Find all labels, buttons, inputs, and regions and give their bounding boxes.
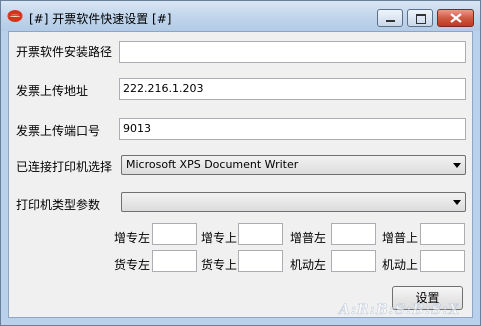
lips-icon <box>7 10 23 22</box>
svg-text:A:R:B:S:B:S:X: A:R:B:S:B:S:X <box>337 302 459 318</box>
install-path-label: 开票软件安装路径 <box>16 45 113 59</box>
upload-port-label: 发票上传端口号 <box>16 124 101 138</box>
settings-window: [#] 开票软件快速设置 [#] 开票软件安装路径 发票上传地址 222.216… <box>0 0 481 326</box>
close-icon <box>450 13 462 23</box>
printer-select-value: Microsoft XPS Document Writer <box>126 158 299 171</box>
close-button[interactable] <box>437 9 474 27</box>
offset-input[interactable] <box>238 223 283 245</box>
chevron-down-icon <box>453 200 461 205</box>
title-bar[interactable]: [#] 开票软件快速设置 [#] <box>1 1 480 31</box>
minimize-button[interactable] <box>377 9 403 27</box>
chevron-down-icon <box>453 163 461 168</box>
maximize-button[interactable] <box>407 9 433 27</box>
offset-input[interactable] <box>238 250 283 272</box>
printer-select[interactable]: Microsoft XPS Document Writer <box>121 155 466 175</box>
offset-label: 增专左 <box>114 231 151 245</box>
offset-label: 机动左 <box>290 258 327 272</box>
offset-input[interactable] <box>420 250 465 272</box>
offset-input[interactable] <box>152 223 197 245</box>
printer-type-label: 打印机类型参数 <box>16 198 101 212</box>
printer-type-select[interactable] <box>121 192 466 212</box>
offset-label: 增普左 <box>290 231 327 245</box>
watermark-logo: A:R:B:S:B:S:X <box>337 302 459 319</box>
upload-address-label: 发票上传地址 <box>16 84 89 98</box>
offset-label: 增普上 <box>382 231 419 245</box>
offset-label: 货专左 <box>114 258 151 272</box>
offset-input[interactable] <box>331 250 376 272</box>
minimize-icon <box>386 20 395 22</box>
offset-input[interactable] <box>420 223 465 245</box>
upload-port-input[interactable]: 9013 <box>119 118 466 140</box>
offset-input[interactable] <box>152 250 197 272</box>
window-title: [#] 开票软件快速设置 [#] <box>29 12 172 26</box>
offset-label: 增专上 <box>201 231 238 245</box>
offset-input[interactable] <box>331 223 376 245</box>
offset-label: 机动上 <box>382 258 419 272</box>
offset-label: 货专上 <box>201 258 238 272</box>
upload-address-input[interactable]: 222.216.1.203 <box>119 78 466 100</box>
install-path-input[interactable] <box>119 41 466 63</box>
form-panel: 开票软件安装路径 发票上传地址 222.216.1.203 发票上传端口号 90… <box>8 31 473 318</box>
maximize-icon <box>416 14 426 24</box>
printer-select-label: 已连接打印机选择 <box>16 160 113 174</box>
